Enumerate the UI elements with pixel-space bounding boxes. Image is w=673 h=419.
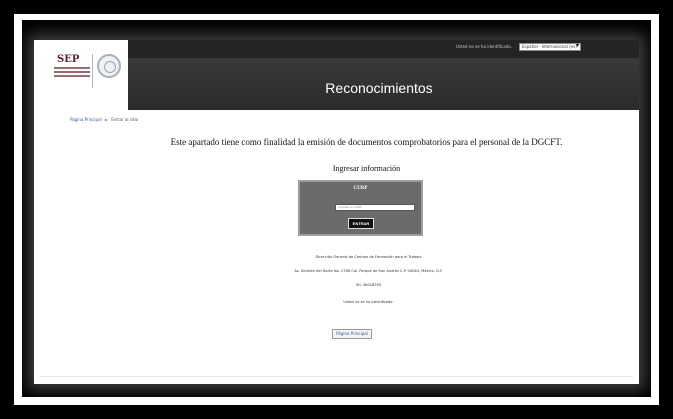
curp-input[interactable]: Ingrese la CURP <box>335 204 415 211</box>
site-header: SEP Usted no se ha identificado. Español… <box>34 40 639 110</box>
intro-text: Este apartado tiene como finalidad la em… <box>170 137 563 147</box>
footer-login-status: Usted no se ha identificado. <box>343 300 394 304</box>
curp-label: CURP <box>353 186 368 191</box>
breadcrumb-current: Entrar al sitio <box>111 117 139 122</box>
sep-logo-text: SEP <box>57 54 80 65</box>
identity-status: Usted no se ha identificado. <box>456 44 512 49</box>
browser-viewport: SEP Usted no se ha identificado. Español… <box>34 40 639 384</box>
breadcrumb-home-link[interactable]: Página Principal <box>70 117 102 122</box>
footer-phone: Tel. 36018550 <box>355 283 382 287</box>
form-heading: Ingresar información <box>332 164 401 173</box>
footer-organization: Dirección General de Centros de Formació… <box>315 255 422 259</box>
curp-form: CURP Ingrese la CURP ENTRAR <box>298 180 423 236</box>
submit-button[interactable]: ENTRAR <box>348 218 374 229</box>
footer-address: Av. División del Norte No. 2786 Col. Par… <box>294 269 443 273</box>
logo-subtitle-lines <box>54 67 90 79</box>
breadcrumb: Página Principal ► Entrar al sitio <box>70 117 138 122</box>
sep-logo[interactable]: SEP <box>34 40 128 110</box>
page-bottom-edge <box>40 376 633 377</box>
language-select[interactable]: Español - Internacional (es) <box>519 43 581 51</box>
home-button[interactable]: Página Principal <box>332 329 372 339</box>
seal-icon <box>97 54 121 78</box>
breadcrumb-separator-icon: ► <box>104 117 108 122</box>
page-title: Reconocimientos <box>325 80 433 96</box>
